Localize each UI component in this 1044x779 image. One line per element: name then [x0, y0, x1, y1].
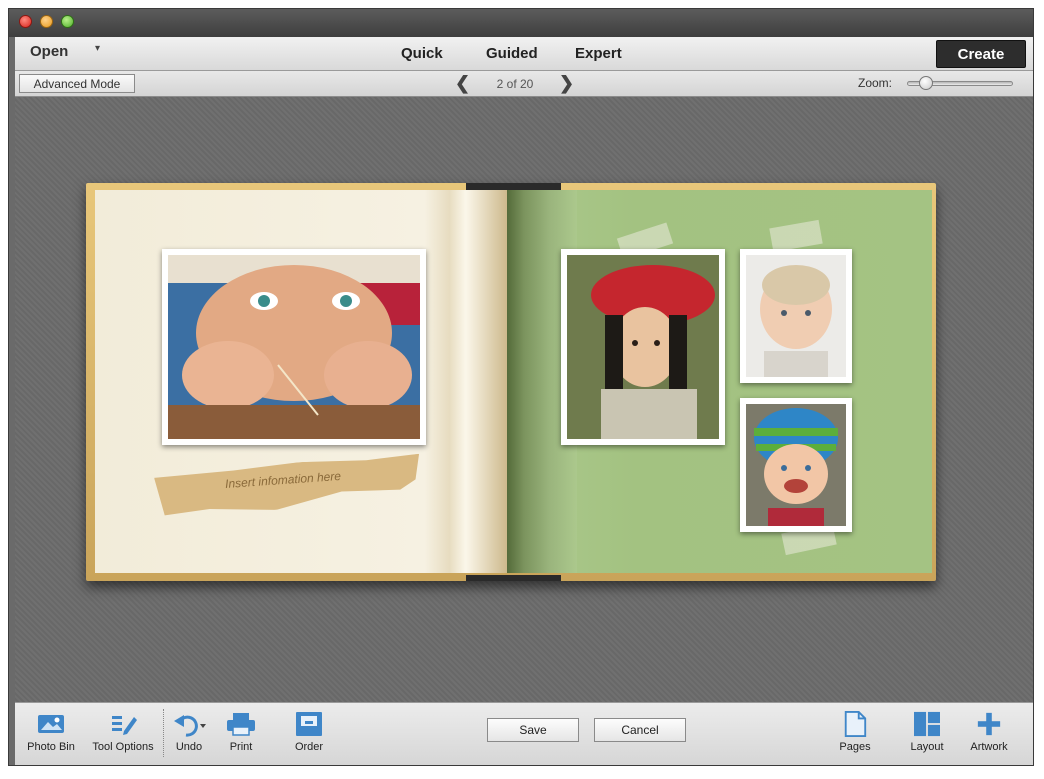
- tool-options-icon: [112, 716, 137, 735]
- app-window: Open ▾ Quick Guided Expert Create Advanc…: [8, 8, 1034, 766]
- photo-toddler-image: [746, 404, 846, 526]
- tab-guided[interactable]: Guided: [486, 45, 538, 62]
- window-close-button[interactable]: [19, 15, 32, 28]
- pages-button[interactable]: Pages: [833, 711, 877, 753]
- advanced-mode-button[interactable]: Advanced Mode: [19, 74, 135, 93]
- left-page[interactable]: Insert infomation here: [95, 190, 507, 573]
- photo-bin-button[interactable]: Photo Bin: [23, 711, 79, 753]
- order-label: Order: [294, 741, 324, 753]
- save-button[interactable]: Save: [487, 718, 579, 742]
- tab-expert[interactable]: Expert: [575, 45, 622, 62]
- print-label: Print: [229, 741, 253, 753]
- artwork-button[interactable]: Artwork: [965, 711, 1013, 753]
- layout-button[interactable]: Layout: [905, 711, 949, 753]
- photo-frame-baby[interactable]: [740, 249, 852, 383]
- bottom-panel: Photo Bin Tool Options Undo Print Order …: [15, 702, 1033, 765]
- book-spine-bottom: [466, 575, 561, 581]
- open-dropdown-caret-icon[interactable]: ▾: [95, 43, 100, 54]
- previous-page-icon[interactable]: ❮: [455, 73, 470, 94]
- photo-boy-image: [168, 255, 420, 439]
- zoom-label: Zoom:: [858, 76, 893, 90]
- photo-baby-image: [746, 255, 846, 377]
- tab-quick[interactable]: Quick: [401, 45, 443, 62]
- page-indicator: 2 of 20: [496, 77, 534, 91]
- photo-bin-icon: [38, 715, 64, 733]
- document-canvas: Insert infomation here: [15, 97, 1033, 703]
- photo-bin-label: Photo Bin: [27, 741, 75, 753]
- open-button[interactable]: Open: [30, 43, 68, 60]
- create-button[interactable]: Create: [936, 40, 1026, 68]
- order-button[interactable]: Order: [287, 711, 331, 753]
- tape-decoration: [769, 219, 823, 253]
- window-minimize-button[interactable]: [40, 15, 53, 28]
- tool-options-label: Tool Options: [92, 741, 154, 753]
- photo-frame-boy[interactable]: [162, 249, 426, 445]
- undo-icon: [174, 715, 206, 737]
- print-button[interactable]: Print: [221, 711, 261, 753]
- printer-icon: [227, 713, 255, 736]
- pages-label: Pages: [839, 741, 871, 753]
- pages-icon: [844, 711, 867, 737]
- cancel-button[interactable]: Cancel: [594, 718, 686, 742]
- layout-label: Layout: [910, 741, 944, 753]
- options-bar: Advanced Mode ❮ 2 of 20 ❯ Zoom:: [15, 71, 1033, 97]
- undo-label: Undo: [175, 741, 203, 753]
- undo-button[interactable]: Undo: [167, 711, 211, 753]
- tool-options-button[interactable]: Tool Options: [85, 711, 161, 753]
- title-bar: [9, 9, 1033, 37]
- photo-frame-toddler[interactable]: [740, 398, 852, 532]
- artwork-label: Artwork: [970, 741, 1008, 753]
- book-spine-top: [466, 183, 561, 190]
- toolbar-separator: [163, 709, 164, 757]
- photo-frame-girl[interactable]: [561, 249, 725, 445]
- right-page[interactable]: [507, 190, 932, 573]
- order-icon: [296, 712, 322, 736]
- photo-girl-image: [567, 255, 719, 439]
- photo-book-spread: Insert infomation here: [86, 183, 936, 581]
- mode-bar: Open ▾ Quick Guided Expert Create: [15, 37, 1033, 71]
- zoom-slider-thumb[interactable]: [919, 76, 933, 90]
- plus-icon: [977, 712, 1001, 736]
- next-page-icon[interactable]: ❯: [559, 73, 574, 94]
- window-maximize-button[interactable]: [61, 15, 74, 28]
- layout-icon: [914, 711, 940, 737]
